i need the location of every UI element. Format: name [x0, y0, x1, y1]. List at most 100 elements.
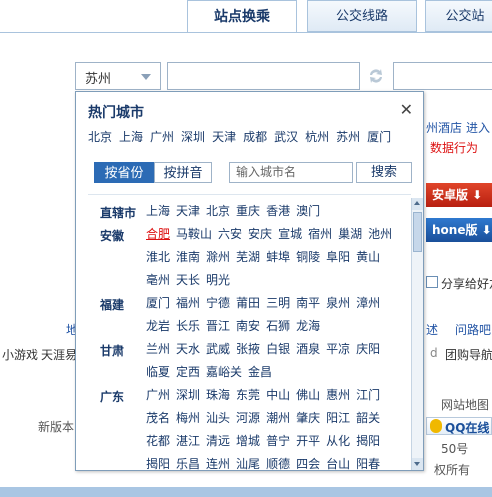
city-link[interactable]: 龙海 [296, 319, 320, 333]
group-buy-link[interactable]: 团购导航 [445, 346, 492, 363]
city-link[interactable]: 顺德 [266, 457, 290, 470]
hot-city-link[interactable]: 武汉 [274, 130, 298, 144]
close-icon[interactable]: ✕ [400, 100, 413, 119]
city-link[interactable]: 临夏 [146, 365, 170, 379]
city-link[interactable]: 澳门 [296, 204, 320, 218]
city-search-input[interactable]: 输入城市名 [229, 162, 353, 183]
city-link[interactable]: 平凉 [326, 342, 350, 356]
enter-link[interactable]: 进入 [466, 119, 490, 136]
hot-city-link[interactable]: 厦门 [367, 130, 391, 144]
city-link[interactable]: 广州 [146, 388, 170, 402]
ask-way-link[interactable]: 问路吧 [455, 321, 491, 338]
city-link[interactable]: 中山 [266, 388, 290, 402]
city-link[interactable]: 清远 [206, 434, 230, 448]
city-link[interactable]: 肇庆 [296, 411, 320, 425]
city-link[interactable]: 亳州 [146, 273, 170, 287]
city-link[interactable]: 从化 [326, 434, 350, 448]
city-link[interactable]: 阳江 [326, 411, 350, 425]
city-link[interactable]: 惠州 [326, 388, 350, 402]
city-link[interactable]: 茂名 [146, 411, 170, 425]
city-link[interactable]: 淮北 [146, 250, 170, 264]
share-friends-link[interactable]: 分享给好友 [441, 275, 492, 292]
city-link[interactable]: 漳州 [356, 296, 380, 310]
city-link[interactable]: 天长 [176, 273, 200, 287]
city-link[interactable]: 天水 [176, 342, 200, 356]
city-link[interactable]: 厦门 [146, 296, 170, 310]
city-link[interactable]: 铜陵 [296, 250, 320, 264]
city-link[interactable]: 珠海 [206, 388, 230, 402]
hot-city-link[interactable]: 杭州 [305, 130, 329, 144]
city-link[interactable]: 连州 [206, 457, 230, 470]
city-link[interactable]: 安庆 [248, 227, 272, 241]
city-link[interactable]: 张掖 [236, 342, 260, 356]
city-link[interactable]: 南平 [296, 296, 320, 310]
tab-bus-lines[interactable]: 公交线路 [307, 0, 417, 32]
hot-city-link[interactable]: 上海 [119, 130, 143, 144]
city-link[interactable]: 庆阳 [356, 342, 380, 356]
tab-bus-stops[interactable]: 公交站 [425, 0, 492, 32]
city-link[interactable]: 阳春 [356, 457, 380, 470]
city-link[interactable]: 江门 [356, 388, 380, 402]
hotel-link[interactable]: 州酒店 [426, 119, 462, 136]
city-link[interactable]: 增城 [236, 434, 260, 448]
city-link[interactable]: 乐昌 [176, 457, 200, 470]
city-link[interactable]: 晋江 [206, 319, 230, 333]
data-behavior-link[interactable]: 数据行为 [430, 139, 478, 156]
hot-city-link[interactable]: 北京 [88, 130, 112, 144]
city-link[interactable]: 河源 [236, 411, 260, 425]
swap-icon[interactable] [366, 66, 386, 86]
city-link[interactable]: 芜湖 [236, 250, 260, 264]
city-link[interactable]: 潮州 [266, 411, 290, 425]
share-checkbox[interactable] [426, 276, 438, 288]
city-link[interactable]: 长乐 [176, 319, 200, 333]
popup-scrollbar[interactable] [411, 198, 423, 470]
city-link[interactable]: 宿州 [308, 227, 332, 241]
city-link[interactable]: 池州 [368, 227, 392, 241]
city-link[interactable]: 酒泉 [296, 342, 320, 356]
city-link[interactable]: 嘉峪关 [206, 365, 242, 379]
city-link[interactable]: 定西 [176, 365, 200, 379]
city-link[interactable]: 四会 [296, 457, 320, 470]
tab-station-transfer[interactable]: 站点换乘 [187, 0, 297, 33]
city-link[interactable]: 开平 [296, 434, 320, 448]
scroll-thumb[interactable] [413, 212, 422, 252]
city-link[interactable]: 黄山 [356, 250, 380, 264]
mini-games-link[interactable]: 小游戏 [2, 346, 38, 363]
end-input[interactable] [393, 62, 492, 90]
city-link[interactable]: 明光 [206, 273, 230, 287]
city-search-button[interactable]: 搜索 [356, 162, 412, 183]
scroll-up-icon[interactable] [412, 198, 423, 210]
site-map-link[interactable]: 网站地图 [441, 396, 489, 413]
city-link[interactable]: 福州 [176, 296, 200, 310]
city-link[interactable]: 佛山 [296, 388, 320, 402]
city-link[interactable]: 南安 [236, 319, 260, 333]
city-link[interactable]: 莆田 [236, 296, 260, 310]
city-link[interactable]: 天津 [176, 204, 200, 218]
city-link[interactable]: 韶关 [356, 411, 380, 425]
city-link[interactable]: 六安 [218, 227, 242, 241]
scroll-down-icon[interactable] [412, 458, 423, 470]
hot-city-link[interactable]: 苏州 [336, 130, 360, 144]
city-link[interactable]: 马鞍山 [176, 227, 212, 241]
city-link[interactable]: 金昌 [248, 365, 272, 379]
city-link[interactable]: 上海 [146, 204, 170, 218]
hot-city-link[interactable]: 深圳 [181, 130, 205, 144]
city-link[interactable]: 滁州 [206, 250, 230, 264]
city-link[interactable]: 巢湖 [338, 227, 362, 241]
city-link[interactable]: 重庆 [236, 204, 260, 218]
hot-city-link[interactable]: 成都 [243, 130, 267, 144]
city-select[interactable]: 苏州 [75, 62, 161, 90]
city-link[interactable]: 揭阳 [146, 457, 170, 470]
hot-city-link[interactable]: 天津 [212, 130, 236, 144]
hot-city-link[interactable]: 广州 [150, 130, 174, 144]
city-link[interactable]: 蚌埠 [266, 250, 290, 264]
city-link[interactable]: 湛江 [176, 434, 200, 448]
city-link[interactable]: 龙岩 [146, 319, 170, 333]
city-link[interactable]: 台山 [326, 457, 350, 470]
by-pinyin-tab[interactable]: 按拼音 [154, 162, 212, 183]
city-link[interactable]: 梅州 [176, 411, 200, 425]
city-link[interactable]: 北京 [206, 204, 230, 218]
city-link[interactable]: 揭阳 [356, 434, 380, 448]
city-link[interactable]: 宁德 [206, 296, 230, 310]
city-link[interactable]: 白银 [266, 342, 290, 356]
